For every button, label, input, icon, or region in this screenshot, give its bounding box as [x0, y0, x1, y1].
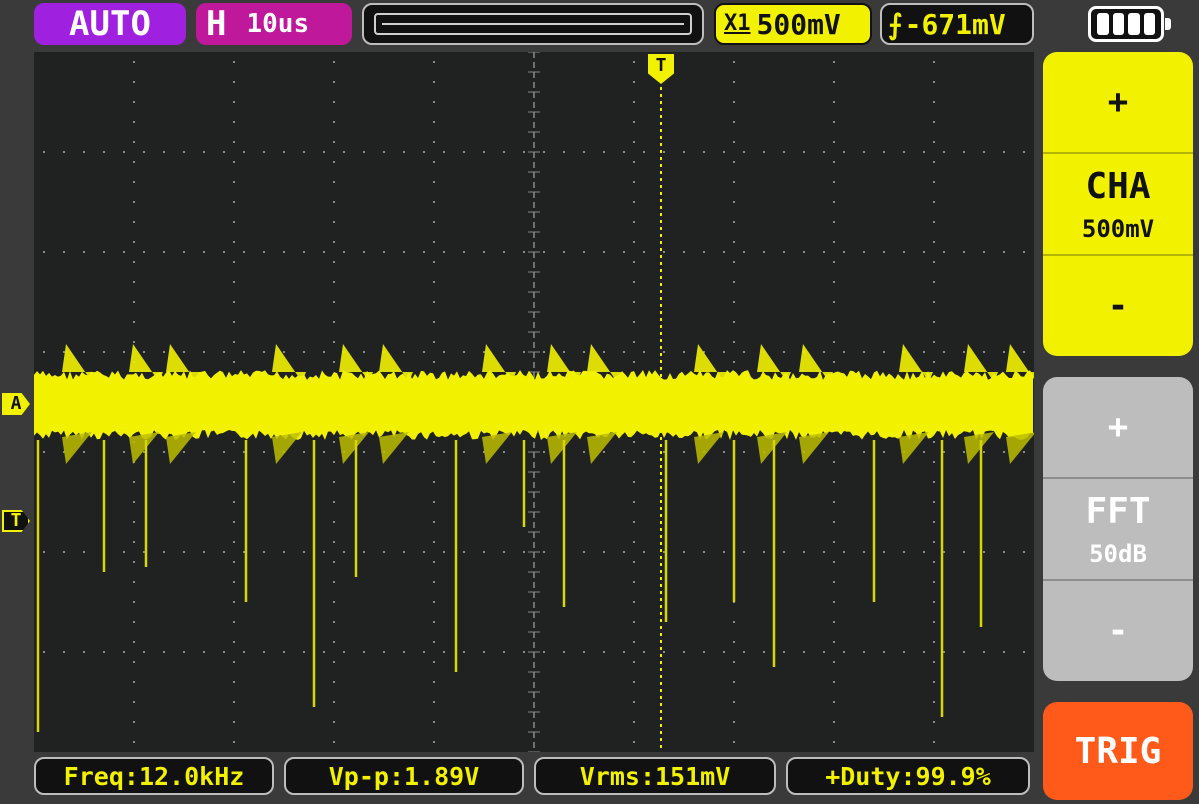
memory-position-bar[interactable] — [362, 3, 704, 45]
waveform-transient — [587, 432, 617, 464]
measurement-frequency[interactable]: Freq:12.0kHz — [34, 757, 274, 795]
waveform-transient — [62, 344, 96, 382]
fft-select-button[interactable]: FFT 50dB — [1043, 477, 1193, 579]
channel-scale-up-button[interactable]: + — [1043, 52, 1193, 152]
measurement-label: Vp-p — [328, 761, 389, 791]
timebase-label: H — [206, 4, 227, 44]
waveform-display[interactable] — [34, 52, 1034, 752]
waveform-transient — [694, 432, 724, 464]
timebase-badge[interactable]: H 10us — [196, 3, 352, 45]
waveform-transient — [547, 432, 577, 464]
waveform-transient — [1006, 432, 1034, 464]
channel-scale-down-button[interactable]: - — [1043, 254, 1193, 356]
measurement-vrms[interactable]: Vrms:151mV — [534, 757, 776, 795]
plus-label: + — [1107, 407, 1129, 447]
minus-label: - — [1107, 286, 1129, 326]
probe-x1-icon: X1 — [724, 11, 751, 36]
waveform-transient — [799, 432, 829, 464]
measurement-label: Freq — [63, 761, 124, 791]
channel-scale: 500mV — [1081, 214, 1155, 243]
waveform-transient — [899, 344, 933, 382]
minus-label: - — [1107, 611, 1129, 651]
waveform-transient — [272, 432, 302, 464]
waveform-transient — [339, 432, 369, 464]
mode-badge[interactable]: AUTO — [34, 3, 186, 45]
channel-control-panel: + CHA 500mV - — [1043, 52, 1193, 356]
fft-scale-down-button[interactable]: - — [1043, 579, 1193, 681]
channel-a-marker[interactable]: A — [2, 393, 30, 415]
measurement-value: 12.0kHz — [138, 761, 245, 791]
channel-name: CHA — [1085, 165, 1151, 207]
memory-window — [374, 13, 692, 35]
waveform-transient — [964, 432, 994, 464]
fft-name: FFT — [1085, 490, 1151, 532]
waveform-transient — [899, 432, 929, 464]
trigger-level-marker[interactable]: T — [2, 510, 30, 532]
waveform-svg — [34, 52, 1034, 752]
fft-control-panel: + FFT 50dB - — [1043, 377, 1193, 681]
fft-scale: 50dB — [1089, 539, 1147, 568]
measurement-label: Vrms — [579, 761, 640, 791]
plus-label: + — [1107, 82, 1129, 122]
channel-select-button[interactable]: CHA 500mV — [1043, 152, 1193, 254]
fft-scale-up-button[interactable]: + — [1043, 377, 1193, 477]
rising-edge-icon: ⨍ — [888, 7, 903, 41]
battery-full-icon — [1088, 6, 1171, 42]
channel-scale-badge[interactable]: X1 500mV — [714, 3, 872, 45]
measurement-duty[interactable]: +Duty:99.9% — [786, 757, 1030, 795]
measurement-vpp[interactable]: Vp-p:1.89V — [284, 757, 524, 795]
trigger-level-badge[interactable]: ⨍ -671mV — [880, 3, 1034, 45]
waveform-transient — [62, 432, 92, 464]
timebase-value: 10us — [246, 9, 310, 39]
measurement-label: +Duty — [825, 761, 901, 791]
waveform-transient — [757, 432, 787, 464]
channel-scale-value: 500mV — [756, 7, 841, 41]
waveform-transient — [482, 432, 512, 464]
measurement-value: 151mV — [655, 761, 731, 791]
waveform-transient — [129, 432, 159, 464]
waveform-transient — [166, 432, 196, 464]
trig-button[interactable]: TRIG — [1043, 702, 1193, 800]
waveform-transient — [379, 432, 409, 464]
waveform-band — [34, 370, 1033, 440]
trigger-level-value: -671mV — [904, 7, 1006, 41]
measurement-value: 1.89V — [404, 761, 480, 791]
measurement-value: 99.9% — [915, 761, 991, 791]
